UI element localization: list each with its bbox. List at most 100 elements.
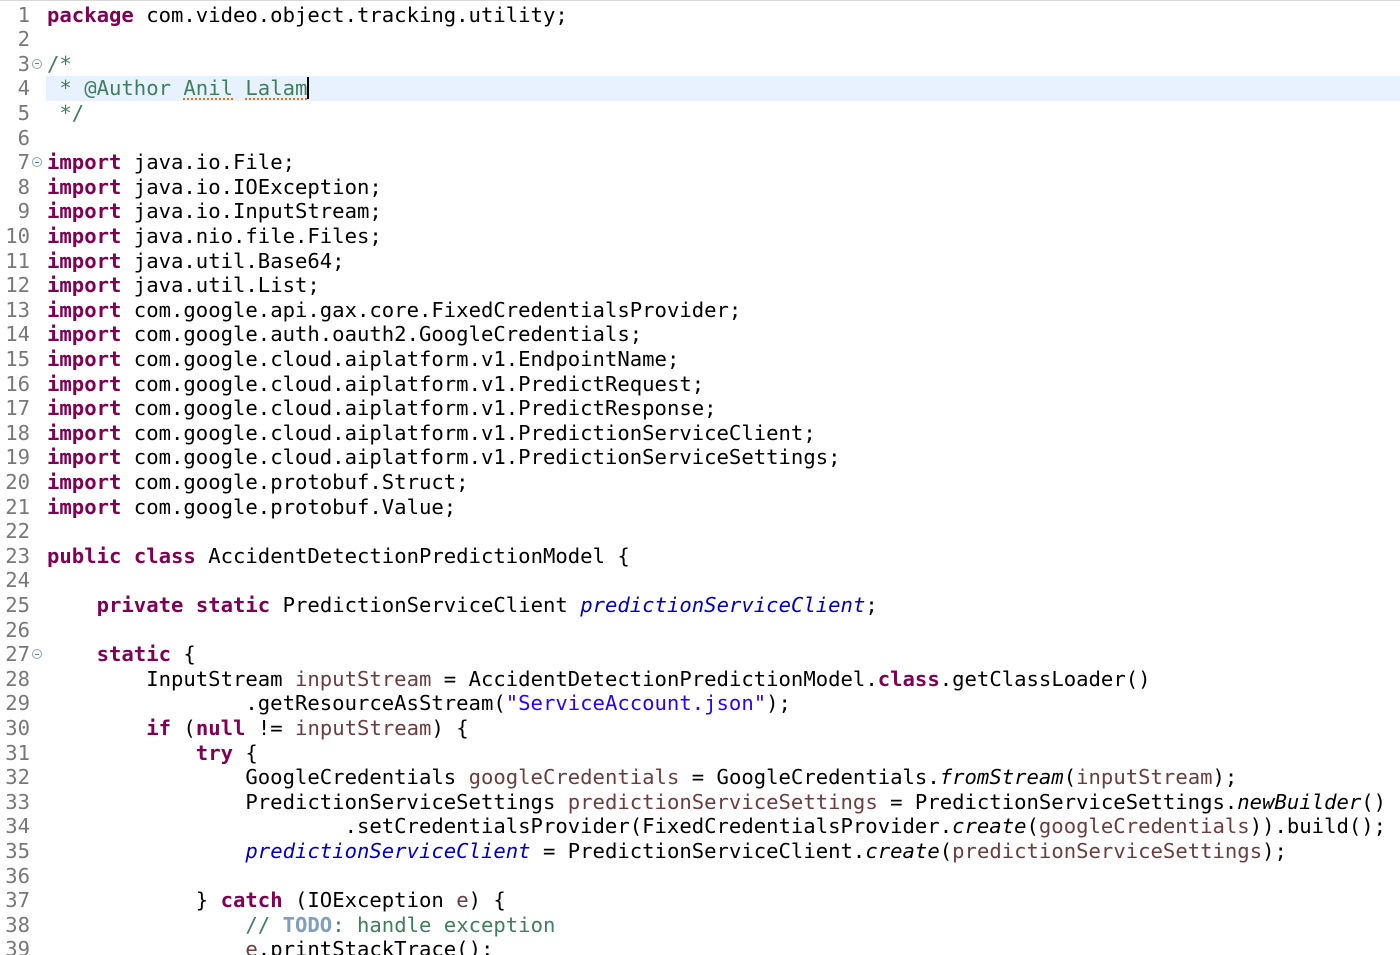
code-text[interactable]: import com.google.cloud.aiplatform.v1.En… — [47, 347, 679, 372]
line-gutter: 22 — [0, 519, 46, 544]
code-text[interactable]: private static PredictionServiceClient p… — [47, 593, 878, 618]
code-token: (IOException — [282, 888, 457, 913]
line-number: 22 — [5, 519, 30, 544]
code-text[interactable]: package com.video.object.tracking.utilit… — [47, 3, 568, 28]
code-text[interactable]: import com.google.protobuf.Struct; — [47, 470, 469, 495]
code-line[interactable]: 23 public class AccidentDetectionPredicti… — [0, 543, 1400, 569]
code-line[interactable]: 19 import com.google.cloud.aiplatform.v1.… — [0, 445, 1400, 470]
code-line[interactable]: 35 predictionServiceClient = PredictionS… — [0, 838, 1400, 864]
code-line[interactable]: 36 — [0, 863, 1400, 889]
code-text[interactable]: .setCredentialsProvider(FixedCredentials… — [47, 814, 1387, 839]
code-text[interactable]: // TODO: handle exception — [47, 913, 555, 938]
code-token: Anil — [183, 76, 233, 101]
code-token: } — [47, 888, 221, 913]
code-line[interactable]: 15 import com.google.cloud.aiplatform.v1.… — [0, 346, 1400, 372]
code-line[interactable]: 6 — [0, 125, 1400, 151]
line-number: 2 — [17, 27, 30, 52]
code-line[interactable]: 30 if (null != inputStream) { — [0, 715, 1400, 741]
code-token: import — [47, 346, 122, 371]
code-text[interactable]: import java.util.Base64; — [47, 249, 345, 274]
code-line[interactable]: 12 import java.util.List; — [0, 273, 1400, 298]
line-gutter: 36 — [0, 863, 46, 889]
code-line[interactable]: 31 try { — [0, 740, 1400, 766]
code-text[interactable]: .getResourceAsStream("ServiceAccount.jso… — [47, 691, 791, 716]
code-line[interactable]: 8 import java.io.IOException; — [0, 174, 1400, 200]
code-text[interactable]: import java.util.List; — [47, 273, 320, 298]
line-gutter: 11 — [0, 248, 46, 274]
code-line[interactable]: 7 import java.io.File; — [0, 150, 1400, 175]
code-token: com.google.protobuf.Value; — [121, 494, 457, 519]
code-line[interactable]: 13 import com.google.api.gax.core.FixedCr… — [0, 297, 1400, 323]
line-number: 25 — [5, 592, 30, 617]
code-text[interactable]: } catch (IOException e) { — [47, 888, 506, 913]
code-line[interactable]: 26 — [0, 617, 1400, 643]
code-text[interactable]: try { — [47, 741, 258, 766]
code-text[interactable]: predictionServiceClient = PredictionServ… — [47, 839, 1287, 864]
collapse-fold-icon[interactable] — [32, 58, 42, 69]
code-text[interactable]: import com.google.cloud.aiplatform.v1.Pr… — [47, 372, 704, 397]
code-line[interactable]: 1 package com.video.object.tracking.utili… — [0, 2, 1400, 28]
code-text[interactable]: static { — [47, 642, 196, 667]
code-line[interactable]: 4 * @Author Anil Lalam — [0, 76, 1400, 101]
code-text[interactable]: InputStream inputStream = AccidentDetect… — [47, 667, 1150, 692]
code-line[interactable]: 17 import com.google.cloud.aiplatform.v1.… — [0, 396, 1400, 421]
code-line[interactable]: 14 import com.google.auth.oauth2.GoogleCr… — [0, 322, 1400, 347]
collapse-fold-icon[interactable] — [32, 157, 42, 168]
code-token: java.io.File; — [121, 150, 295, 175]
code-text[interactable]: import com.google.cloud.aiplatform.v1.Pr… — [47, 445, 841, 470]
code-text[interactable]: import java.io.File; — [47, 150, 295, 175]
code-text[interactable]: import com.google.cloud.aiplatform.v1.Pr… — [47, 396, 717, 421]
code-text[interactable]: /* — [47, 52, 72, 77]
code-line[interactable]: 22 — [0, 519, 1400, 544]
code-line[interactable]: 38 // TODO: handle exception — [0, 912, 1400, 938]
collapse-fold-icon[interactable] — [32, 649, 42, 660]
code-text[interactable]: import java.io.InputStream; — [47, 199, 382, 224]
line-gutter: 2 — [0, 27, 46, 52]
code-token: googleCredentials — [468, 765, 680, 790]
code-line[interactable]: 9 import java.io.InputStream; — [0, 199, 1400, 224]
code-line[interactable]: 16 import com.google.cloud.aiplatform.v1.… — [0, 371, 1400, 397]
code-token: ( — [939, 838, 953, 863]
code-text[interactable]: * @Author Anil Lalam — [47, 76, 310, 101]
code-text[interactable]: GoogleCredentials googleCredentials = Go… — [47, 765, 1237, 790]
code-line[interactable]: 5 */ — [0, 100, 1400, 126]
code-text[interactable]: import java.io.IOException; — [47, 175, 382, 200]
code-text[interactable]: import com.google.protobuf.Value; — [47, 495, 456, 520]
line-number: 1 — [17, 2, 30, 27]
code-line[interactable]: 11 import java.util.Base64; — [0, 248, 1400, 274]
code-line[interactable]: 37 } catch (IOException e) { — [0, 888, 1400, 913]
code-text[interactable]: if (null != inputStream) { — [47, 716, 468, 741]
code-text[interactable]: public class AccidentDetectionPrediction… — [47, 544, 630, 569]
code-line[interactable]: 3 /* — [0, 51, 1400, 77]
code-text[interactable]: */ — [47, 101, 84, 126]
line-number: 38 — [5, 912, 30, 937]
code-text[interactable]: import com.google.cloud.aiplatform.v1.Pr… — [47, 421, 816, 446]
code-line[interactable]: 34 .setCredentialsProvider(FixedCredenti… — [0, 814, 1400, 839]
line-number: 16 — [5, 371, 30, 396]
code-line[interactable]: 2 — [0, 27, 1400, 52]
code-line[interactable]: 28 InputStream inputStream = AccidentDet… — [0, 666, 1400, 692]
code-editor[interactable]: 1 package com.video.object.tracking.utili… — [0, 0, 1400, 955]
code-line[interactable]: 27 static { — [0, 642, 1400, 667]
line-number: 5 — [17, 100, 30, 125]
line-number: 36 — [5, 863, 30, 888]
code-token: = PredictionServiceSettings. — [877, 789, 1238, 814]
line-gutter: 39 — [0, 937, 46, 955]
code-line[interactable]: 20 import com.google.protobuf.Struct; — [0, 469, 1400, 495]
code-token: .getResourceAsStream( — [47, 691, 506, 716]
line-gutter: 7 — [0, 150, 46, 175]
code-line[interactable]: 29 .getResourceAsStream("ServiceAccount.… — [0, 691, 1400, 716]
code-text[interactable]: PredictionServiceSettings predictionServ… — [47, 790, 1386, 815]
code-line[interactable]: 33 PredictionServiceSettings predictionS… — [0, 789, 1400, 815]
code-text[interactable]: e.printStackTrace(); — [47, 937, 493, 955]
code-line[interactable]: 18 import com.google.cloud.aiplatform.v1.… — [0, 420, 1400, 446]
code-text[interactable]: import java.nio.file.Files; — [47, 224, 382, 249]
code-text[interactable]: import com.google.auth.oauth2.GoogleCred… — [47, 322, 642, 347]
code-text[interactable]: import com.google.api.gax.core.FixedCred… — [47, 298, 741, 323]
code-line[interactable]: 39 e.printStackTrace(); — [0, 937, 1400, 955]
code-line[interactable]: 24 — [0, 568, 1400, 593]
code-line[interactable]: 25 private static PredictionServiceClien… — [0, 592, 1400, 618]
code-line[interactable]: 10 import java.nio.file.Files; — [0, 223, 1400, 249]
code-line[interactable]: 32 GoogleCredentials googleCredentials =… — [0, 765, 1400, 790]
code-line[interactable]: 21 import com.google.protobuf.Value; — [0, 494, 1400, 520]
